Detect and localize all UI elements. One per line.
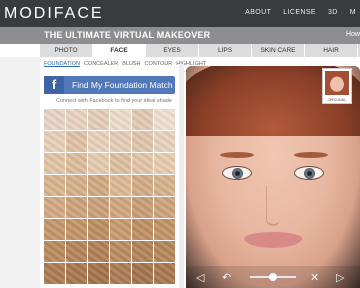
original-photo-thumbnail[interactable]: ORIGINAL bbox=[322, 68, 352, 104]
modiface-logo[interactable]: MODIFACE bbox=[4, 5, 104, 23]
foundation-swatch[interactable] bbox=[154, 263, 175, 284]
foundation-swatch[interactable] bbox=[132, 153, 153, 174]
tab-skin-care[interactable]: SKIN CARE bbox=[252, 44, 305, 57]
top-navigation-bar: MODIFACE ABOUT LICENSE 3D M bbox=[0, 0, 360, 27]
foundation-swatch[interactable] bbox=[88, 241, 109, 262]
foundation-swatch[interactable] bbox=[110, 131, 131, 152]
zoom-slider-knob[interactable] bbox=[269, 273, 277, 281]
foundation-swatch[interactable] bbox=[44, 175, 65, 196]
tab-photo[interactable]: PHOTO bbox=[40, 44, 93, 57]
right-iris bbox=[304, 168, 315, 179]
right-eyebrow bbox=[294, 152, 328, 158]
foundation-swatch[interactable] bbox=[154, 153, 175, 174]
right-eye bbox=[294, 166, 324, 180]
foundation-swatch[interactable] bbox=[110, 153, 131, 174]
subtab-contour[interactable]: CONTOUR bbox=[145, 61, 173, 67]
subtab-concealer[interactable]: CONCEALER bbox=[84, 61, 118, 67]
thumbnail-caption: ORIGINAL bbox=[327, 97, 347, 102]
foundation-swatch[interactable] bbox=[44, 197, 65, 218]
foundation-swatch[interactable] bbox=[154, 109, 175, 130]
nav-about[interactable]: ABOUT bbox=[245, 9, 271, 16]
foundation-swatch[interactable] bbox=[154, 219, 175, 240]
foundation-swatch[interactable] bbox=[66, 153, 87, 174]
category-tabs: PHOTO FACE EYES LIPS SKIN CARE HAIR bbox=[40, 44, 360, 57]
foundation-swatch[interactable] bbox=[110, 197, 131, 218]
foundation-swatch[interactable] bbox=[154, 131, 175, 152]
foundation-swatch[interactable] bbox=[132, 219, 153, 240]
next-icon[interactable]: ▷ bbox=[336, 271, 344, 284]
foundation-swatch[interactable] bbox=[154, 175, 175, 196]
foundation-swatch[interactable] bbox=[66, 131, 87, 152]
subtab-blush[interactable]: BLUSH bbox=[122, 61, 140, 67]
foundation-swatch[interactable] bbox=[66, 175, 87, 196]
foundation-swatch[interactable] bbox=[88, 197, 109, 218]
foundation-swatch[interactable] bbox=[88, 263, 109, 284]
left-eye bbox=[222, 166, 252, 180]
foundation-swatch[interactable] bbox=[66, 263, 87, 284]
foundation-swatch[interactable] bbox=[88, 131, 109, 152]
tab-face[interactable]: FACE bbox=[93, 44, 146, 57]
foundation-swatch[interactable] bbox=[154, 197, 175, 218]
tab-eyes[interactable]: EYES bbox=[146, 44, 199, 57]
find-foundation-match-button[interactable]: f Find My Foundation Match bbox=[44, 76, 175, 94]
foundation-swatch[interactable] bbox=[66, 197, 87, 218]
nav-license[interactable]: LICENSE bbox=[283, 9, 316, 16]
foundation-swatch[interactable] bbox=[44, 263, 65, 284]
foundation-swatch[interactable] bbox=[132, 175, 153, 196]
swatch-scrollbar[interactable] bbox=[179, 64, 184, 288]
left-sidebar-strip bbox=[0, 57, 40, 288]
foundation-swatch[interactable] bbox=[66, 109, 87, 130]
thumbnail-image bbox=[325, 71, 349, 95]
left-iris bbox=[232, 168, 243, 179]
foundation-swatch[interactable] bbox=[44, 153, 65, 174]
left-eyebrow bbox=[220, 152, 254, 158]
nose bbox=[266, 186, 280, 226]
foundation-swatch[interactable] bbox=[66, 241, 87, 262]
title-bar: THE ULTIMATE VIRTUAL MAKEOVER How bbox=[0, 27, 360, 44]
subtab-foundation[interactable]: FOUNDATION bbox=[44, 61, 80, 67]
main-nav: ABOUT LICENSE 3D M bbox=[245, 9, 356, 16]
zoom-slider[interactable] bbox=[250, 273, 296, 281]
foundation-swatch[interactable] bbox=[110, 241, 131, 262]
facebook-icon: f bbox=[44, 76, 64, 94]
page-title: THE ULTIMATE VIRTUAL MAKEOVER bbox=[44, 30, 211, 40]
foundation-swatch-grid bbox=[44, 109, 175, 288]
foundation-swatch[interactable] bbox=[88, 153, 109, 174]
previous-icon[interactable]: ◁ bbox=[196, 271, 204, 284]
foundation-swatch[interactable] bbox=[44, 109, 65, 130]
foundation-swatch[interactable] bbox=[44, 219, 65, 240]
undo-icon[interactable]: ↶ bbox=[222, 271, 231, 284]
foundation-swatch[interactable] bbox=[44, 241, 65, 262]
foundation-swatch[interactable] bbox=[132, 109, 153, 130]
foundation-swatch[interactable] bbox=[44, 131, 65, 152]
close-icon[interactable]: ✕ bbox=[310, 271, 319, 284]
foundation-swatch[interactable] bbox=[66, 219, 87, 240]
foundation-swatch[interactable] bbox=[154, 241, 175, 262]
foundation-swatch[interactable] bbox=[110, 219, 131, 240]
foundation-swatch[interactable] bbox=[110, 109, 131, 130]
tab-hair[interactable]: HAIR bbox=[305, 44, 358, 57]
how-link[interactable]: How bbox=[346, 31, 360, 38]
foundation-swatch[interactable] bbox=[88, 219, 109, 240]
foundation-swatch[interactable] bbox=[132, 263, 153, 284]
foundation-swatch[interactable] bbox=[110, 175, 131, 196]
photo-controls: ◁ ↶ ✕ ▷ bbox=[186, 266, 360, 288]
tab-lips[interactable]: LIPS bbox=[199, 44, 252, 57]
nav-3d[interactable]: 3D bbox=[328, 9, 338, 16]
foundation-swatch[interactable] bbox=[132, 197, 153, 218]
foundation-swatch[interactable] bbox=[110, 263, 131, 284]
foundation-swatch[interactable] bbox=[88, 175, 109, 196]
foundation-swatch[interactable] bbox=[132, 131, 153, 152]
foundation-swatch[interactable] bbox=[132, 241, 153, 262]
facebook-connect-note: Connect with Facebook to find your ideal… bbox=[56, 98, 172, 104]
nav-more[interactable]: M bbox=[350, 9, 356, 16]
find-foundation-match-label: Find My Foundation Match bbox=[72, 80, 173, 90]
foundation-swatch[interactable] bbox=[88, 109, 109, 130]
